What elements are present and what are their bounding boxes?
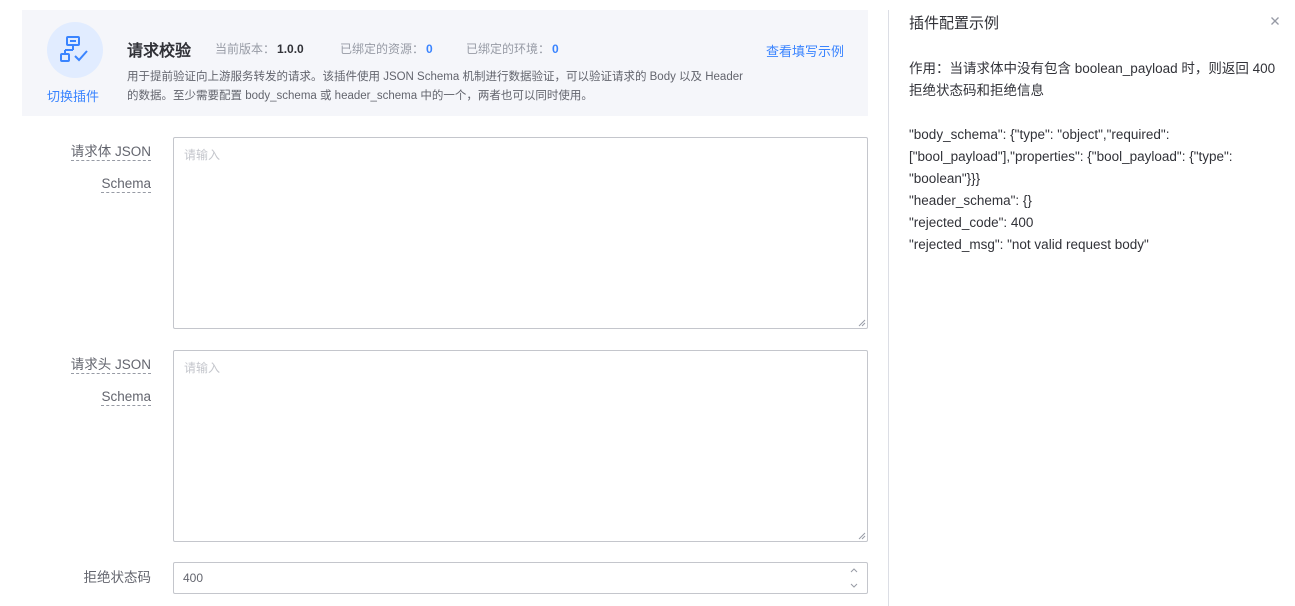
- plugin-version: 当前版本： 1.0.0: [215, 40, 304, 57]
- number-stepper[interactable]: [849, 567, 859, 589]
- header-schema-label-cont: Schema: [21, 381, 151, 413]
- header-schema-label: 请求头 JSON: [21, 349, 151, 381]
- rejected-code-label-text: 拒绝状态码: [83, 570, 152, 585]
- header-schema-label-line2: Schema: [101, 389, 151, 406]
- plugin-title: 请求校验: [127, 43, 192, 60]
- header-schema-label-line1: 请求头 JSON: [70, 357, 151, 374]
- bound-environments: 已绑定的环境： 0: [466, 40, 559, 57]
- body-schema-label-line1: 请求体 JSON: [70, 144, 151, 161]
- version-label: 当前版本：: [215, 42, 276, 56]
- view-example-link[interactable]: 查看填写示例: [766, 41, 844, 60]
- resize-grip-icon[interactable]: [857, 531, 866, 540]
- body-schema-label-cont: Schema: [21, 168, 151, 200]
- version-value: 1.0.0: [277, 42, 304, 56]
- header-schema-textarea[interactable]: [174, 351, 867, 541]
- rejected-code-label: 拒绝状态码: [21, 562, 152, 594]
- panel-title: 插件配置示例: [909, 15, 1000, 32]
- body-schema-label-line2: Schema: [101, 176, 151, 193]
- body-schema-label: 请求体 JSON: [21, 136, 151, 168]
- plugin-info-card: 切换插件 请求校验 当前版本： 1.0.0 已绑定的资源： 0 已绑定的环境： 0 查…: [22, 10, 868, 116]
- panel-purpose-text: 作用：当请求体中没有包含 boolean_payload 时，则返回 400 拒…: [909, 61, 1276, 98]
- panel-example-code: "body_schema": {"type": "object","requir…: [909, 124, 1284, 256]
- rejected-code-input[interactable]: [174, 563, 834, 593]
- bound-resources: 已绑定的资源： 0: [340, 40, 433, 57]
- code-line: "rejected_msg": "not valid request body": [909, 237, 1149, 252]
- chevron-up-icon[interactable]: [850, 567, 858, 573]
- resize-grip-icon[interactable]: [857, 318, 866, 327]
- header-schema-field[interactable]: [173, 350, 868, 542]
- close-icon[interactable]: [1268, 14, 1282, 28]
- code-line: "body_schema": {"type": "object","requir…: [909, 127, 1233, 186]
- code-line: "rejected_code": 400: [909, 215, 1034, 230]
- resources-count[interactable]: 0: [426, 42, 433, 56]
- body-schema-field[interactable]: [173, 137, 868, 329]
- resources-label: 已绑定的资源：: [340, 42, 425, 56]
- env-label: 已绑定的环境：: [466, 42, 551, 56]
- plugin-description: 用于提前验证向上游服务转发的请求。该插件使用 JSON Schema 机制进行数…: [127, 71, 743, 102]
- body-schema-textarea[interactable]: [174, 138, 867, 328]
- plugin-icon-circle[interactable]: [47, 22, 103, 78]
- panel-divider: [888, 10, 889, 606]
- env-count[interactable]: 0: [552, 42, 559, 56]
- rejected-code-field[interactable]: [173, 562, 868, 594]
- code-line: "header_schema": {}: [909, 193, 1032, 208]
- chevron-down-icon[interactable]: [850, 583, 858, 589]
- flow-check-icon: [60, 36, 88, 62]
- switch-plugin-link[interactable]: 切换插件: [47, 86, 99, 105]
